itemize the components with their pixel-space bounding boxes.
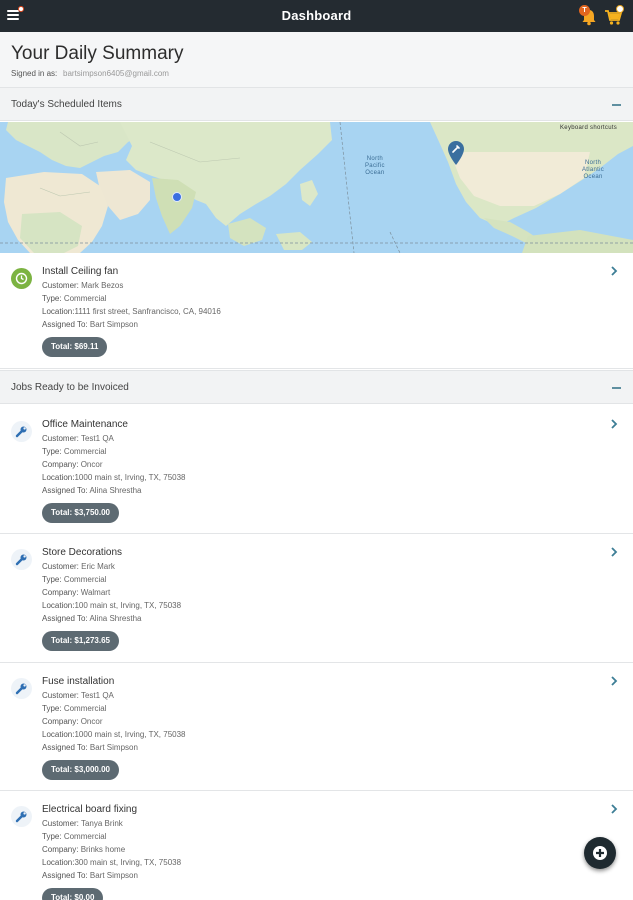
app-bar: Dashboard T: [0, 0, 633, 32]
signed-in-label: Signed in as:: [11, 69, 58, 78]
job-title: Fuse installation: [42, 676, 115, 687]
type-line: Type: Commercial: [42, 704, 107, 713]
assigned-line: Assigned To: Alina Shrestha: [42, 486, 142, 495]
assigned-line: Assigned To: Bart Simpson: [42, 871, 138, 880]
job-title: Install Ceiling fan: [42, 266, 119, 277]
location-line: Location:1111 first street, Sanfrancisco…: [42, 307, 221, 316]
wrench-icon: [11, 421, 32, 442]
page-title: Dashboard: [281, 8, 352, 23]
job-title: Store Decorations: [42, 547, 123, 558]
jobs-map[interactable]: North Pacific Ocean North Atlantic Ocean…: [0, 122, 633, 253]
collapse-icon[interactable]: [612, 104, 621, 106]
clock-icon: [11, 268, 32, 289]
type-line: Type: Commercial: [42, 832, 107, 841]
map-keyboard-shortcuts[interactable]: Keyboard shortcuts: [560, 125, 617, 132]
chevron-right-icon[interactable]: [610, 675, 618, 687]
customer-line: Customer: Test1 QA: [42, 691, 114, 700]
invoiced-section-title: Jobs Ready to be Invoiced: [11, 382, 129, 393]
scheduled-section-header[interactable]: Today's Scheduled Items: [0, 87, 633, 121]
job-title: Electrical board fixing: [42, 804, 138, 815]
add-button[interactable]: [584, 837, 616, 869]
plus-icon: [593, 846, 607, 860]
chevron-right-icon[interactable]: [610, 418, 618, 430]
location-line: Location:1000 main st, Irving, TX, 75038: [42, 473, 186, 482]
chevron-right-icon[interactable]: [610, 265, 618, 277]
total-badge: Total: $3,750.00: [42, 503, 119, 523]
wrench-icon: [11, 549, 32, 570]
map-label-north-pacific: North Pacific Ocean: [365, 156, 385, 176]
invoice-job-item[interactable]: Electrical board fixing Customer: Tanya …: [0, 791, 633, 900]
invoice-job-item[interactable]: Fuse installation Customer: Test1 QA Typ…: [0, 663, 633, 791]
bell-icon[interactable]: T: [579, 5, 599, 27]
location-line: Location:1000 main st, Irving, TX, 75038: [42, 730, 186, 739]
total-badge: Total: $0.00: [42, 888, 104, 900]
total-badge: Total: $69.11: [42, 337, 108, 357]
assigned-line: Assigned To: Bart Simpson: [42, 743, 138, 752]
company-line: Company: Oncor: [42, 717, 103, 726]
scheduled-section-title: Today's Scheduled Items: [11, 99, 122, 110]
assigned-line: Assigned To: Bart Simpson: [42, 320, 138, 329]
total-badge: Total: $3,000.00: [42, 760, 119, 780]
customer-line: Customer: Mark Bezos: [42, 281, 124, 290]
customer-line: Customer: Tanya Brink: [42, 819, 123, 828]
company-line: Company: Walmart: [42, 588, 111, 597]
cart-badge: [616, 5, 624, 13]
summary-title: Your Daily Summary: [11, 43, 184, 64]
map-pin-icon[interactable]: [447, 140, 465, 166]
type-line: Type: Commercial: [42, 447, 107, 456]
signed-in-email: bartsimpson6405@gmail.com: [63, 69, 169, 78]
company-line: Company: Brinks home: [42, 845, 126, 854]
wrench-icon: [11, 678, 32, 699]
customer-line: Customer: Eric Mark: [42, 562, 115, 571]
shopping-cart-icon[interactable]: [604, 5, 624, 27]
map-label-north-atlantic: North Atlantic Ocean: [582, 160, 605, 180]
invoiced-section-header[interactable]: Jobs Ready to be Invoiced: [0, 370, 633, 404]
assigned-line: Assigned To: Alina Shrestha: [42, 614, 142, 623]
type-line: Type: Commercial: [42, 294, 107, 303]
location-line: Location:100 main st, Irving, TX, 75038: [42, 601, 182, 610]
company-line: Company: Oncor: [42, 460, 103, 469]
notification-badge: T: [579, 5, 590, 16]
type-line: Type: Commercial: [42, 575, 107, 584]
total-badge: Total: $1,273.65: [42, 631, 119, 651]
wrench-icon: [11, 806, 32, 827]
invoice-job-item[interactable]: Office Maintenance Customer: Test1 QA Ty…: [0, 406, 633, 534]
current-location-dot: [172, 192, 182, 202]
location-line: Location:300 main st, Irving, TX, 75038: [42, 858, 182, 867]
chevron-right-icon[interactable]: [610, 546, 618, 558]
invoice-job-item[interactable]: Store Decorations Customer: Eric Mark Ty…: [0, 534, 633, 663]
scheduled-item[interactable]: Install Ceiling fan Customer: Mark Bezos…: [0, 253, 633, 369]
customer-line: Customer: Test1 QA: [42, 434, 114, 443]
summary-header: Your Daily Summary Signed in as: bartsim…: [0, 32, 633, 87]
collapse-icon[interactable]: [612, 387, 621, 389]
job-title: Office Maintenance: [42, 419, 128, 430]
chevron-right-icon[interactable]: [610, 803, 618, 815]
